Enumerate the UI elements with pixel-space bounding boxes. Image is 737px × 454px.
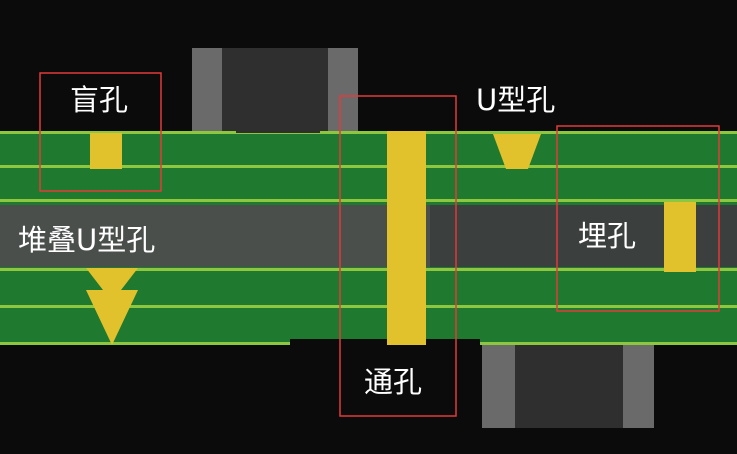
blind-via-label: 盲孔 (70, 83, 129, 117)
trace-line (0, 199, 737, 202)
bottom-component (482, 344, 654, 428)
through-via-label: 通孔 (364, 365, 423, 399)
buried-via (664, 202, 696, 272)
blind-via (90, 133, 122, 169)
pcb-via-diagram: 盲孔 堆叠U型孔 U型孔 通孔 埋孔 (0, 0, 737, 454)
top-component (192, 48, 358, 132)
stacked-u-via-label: 堆叠U型孔 (18, 223, 156, 257)
u-via-label: U型孔 (476, 83, 556, 117)
buried-via-label: 埋孔 (578, 219, 637, 253)
through-via (387, 131, 426, 345)
